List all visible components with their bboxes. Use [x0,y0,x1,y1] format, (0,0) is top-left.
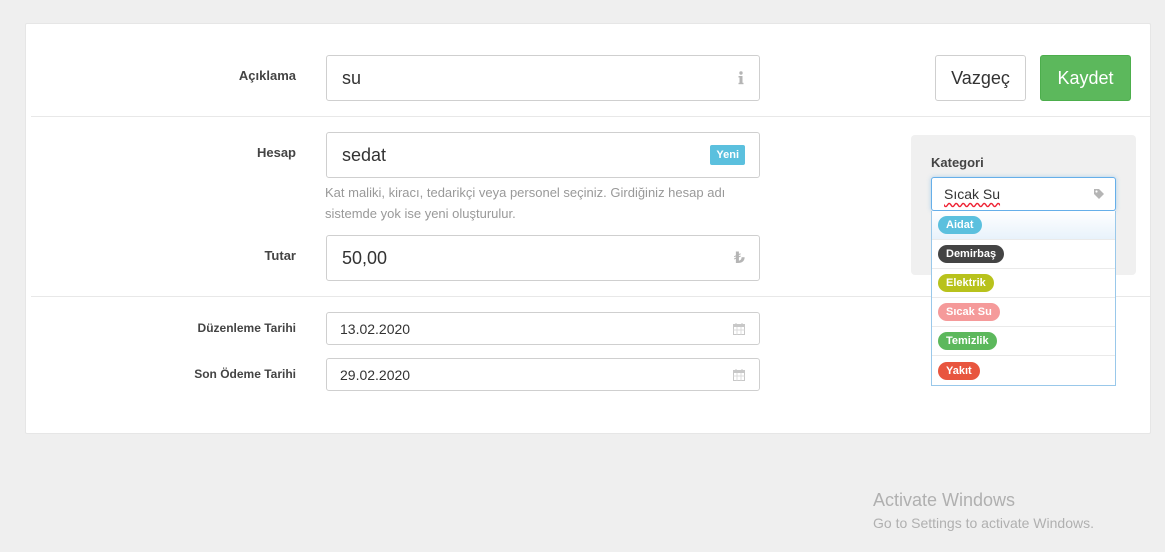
new-account-badge: Yeni [710,145,745,165]
duzenleme-tarihi-input[interactable]: 13.02.2020 [326,312,760,345]
info-icon [737,71,745,85]
category-option[interactable]: Aidat [932,211,1115,240]
category-tag: Demirbaş [938,245,1005,263]
category-tag: Temizlik [938,332,997,350]
hesap-help-line2: sistemde yok ise yeni oluşturulur. [325,206,516,221]
hesap-input[interactable]: sedat Yeni [326,132,760,178]
category-title: Kategori [931,155,984,170]
category-tag: Yakıt [938,361,980,380]
category-dropdown[interactable]: Aidat Demirbaş Elektrik Sıcak Su Temizlik Yak… [931,211,1116,386]
category-input-value[interactable]: Sıcak Su [944,186,1093,202]
category-option[interactable]: Sıcak Su [932,298,1115,327]
son-odeme-tarihi-label: Son Ödeme Tarihi [194,367,296,381]
cancel-button[interactable]: Vazgeç [935,55,1026,101]
category-option[interactable]: Temizlik [932,327,1115,356]
category-tag: Sıcak Su [938,303,1000,321]
hesap-help-text: Kat maliki, kiracı, tedarikçi veya perso… [325,182,765,224]
category-input[interactable]: Sıcak Su [931,177,1116,211]
duzenleme-tarihi-label: Düzenleme Tarihi [197,321,296,335]
lira-icon: ₺ [733,250,745,267]
aciklama-input[interactable]: su [326,55,760,101]
son-odeme-tarihi-value[interactable]: 29.02.2020 [340,367,733,383]
save-button[interactable]: Kaydet [1040,55,1131,101]
category-tag: Aidat [938,216,982,234]
watermark-line1: Activate Windows [873,490,1016,510]
calendar-icon[interactable] [733,322,745,335]
duzenleme-tarihi-value[interactable]: 13.02.2020 [340,321,733,337]
tutar-label: Tutar [264,248,296,263]
tutar-value[interactable]: 50,00 [342,248,734,269]
hesap-value[interactable]: sedat [342,145,710,166]
category-option[interactable]: Yakıt [932,356,1115,385]
tag-icon [1093,188,1105,200]
aciklama-label: Açıklama [238,68,296,83]
watermark-line2: Go to Settings to activate Windows. [873,515,1094,531]
category-option[interactable]: Elektrik [932,269,1115,298]
category-tag: Elektrik [938,274,994,292]
windows-activation-watermark: Activate Windows Go to Settings to activ… [873,490,1094,531]
hesap-help-line1: Kat maliki, kiracı, tedarikçi veya perso… [325,185,726,200]
transaction-form-card: Açıklama su Vazgeç Kaydet Hesap sedat Ye… [25,23,1151,434]
divider [31,116,1150,117]
aciklama-value[interactable]: su [342,68,737,89]
calendar-icon[interactable] [733,368,745,381]
son-odeme-tarihi-input[interactable]: 29.02.2020 [326,358,760,391]
tutar-input[interactable]: 50,00 ₺ [326,235,760,281]
hesap-label: Hesap [256,145,296,160]
category-option[interactable]: Demirbaş [932,240,1115,269]
